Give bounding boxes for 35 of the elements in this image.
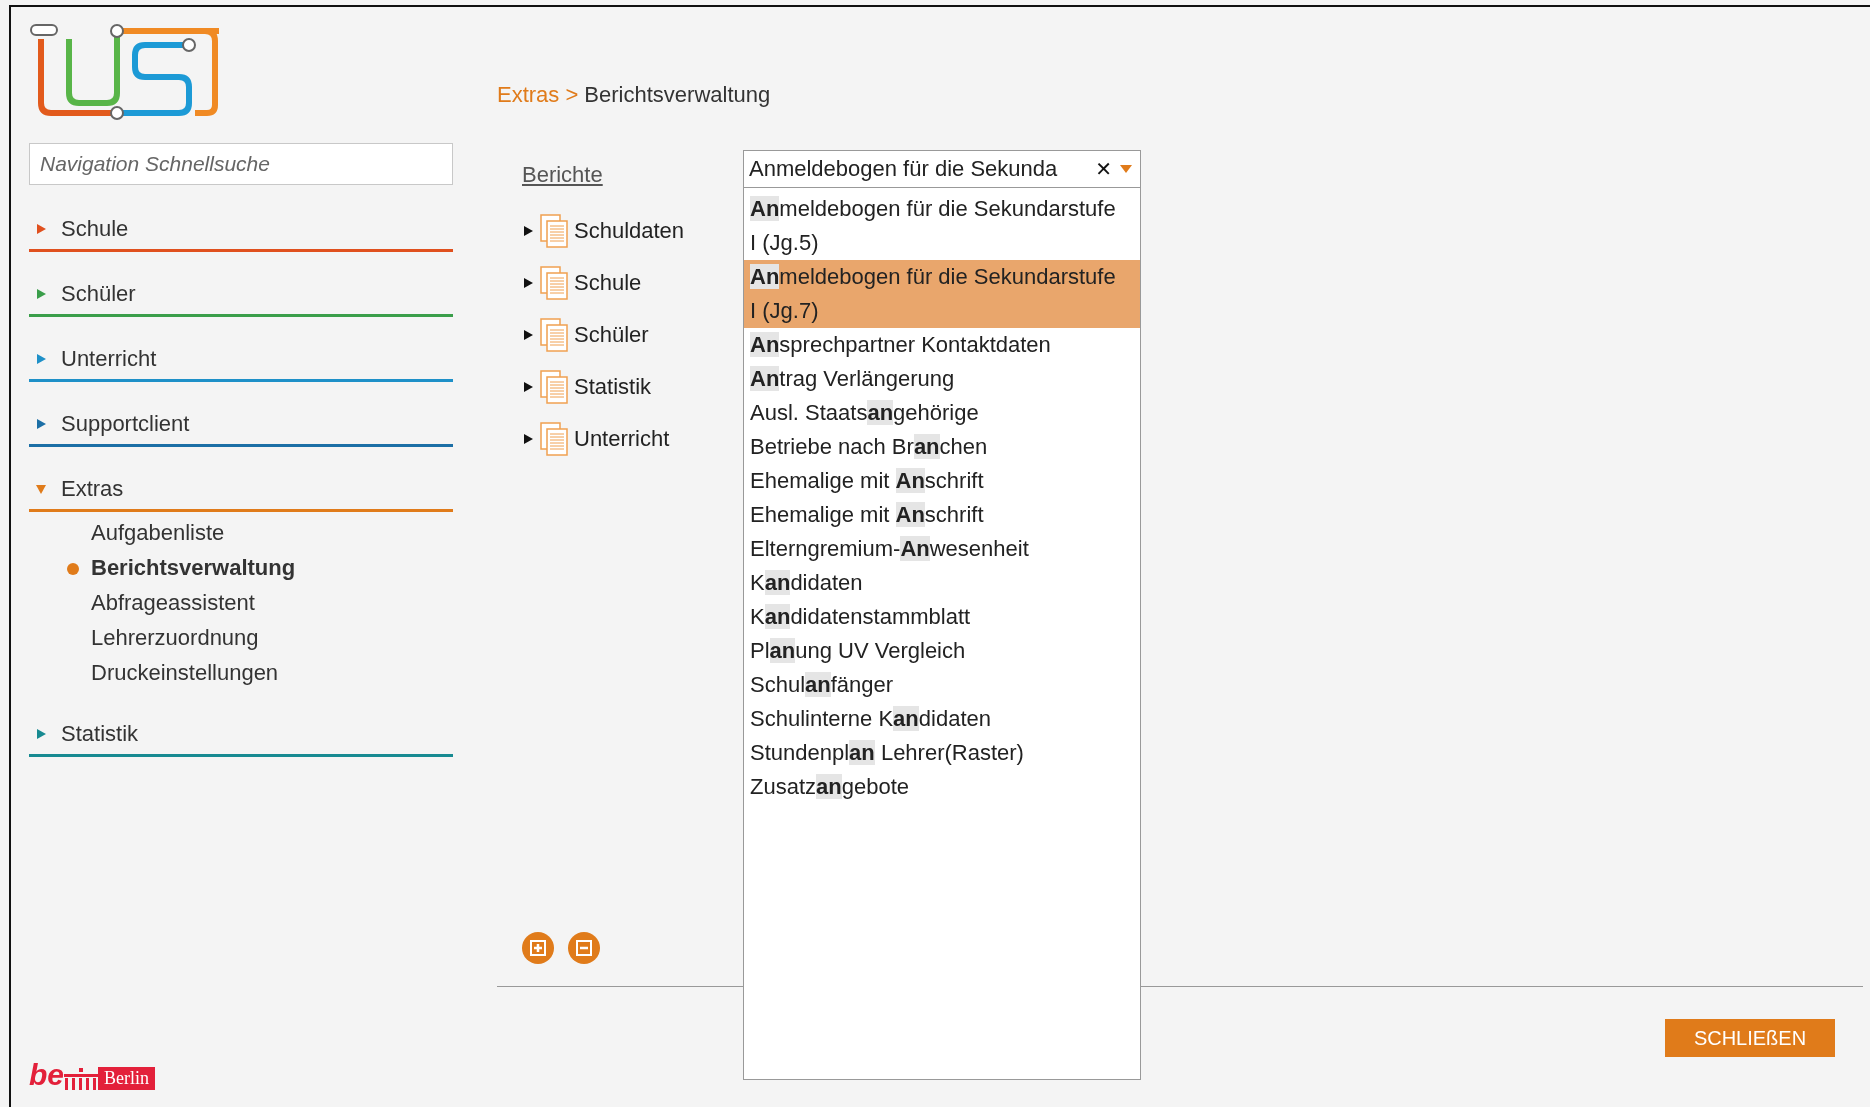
breadcrumb-current: Berichtsverwaltung bbox=[584, 82, 771, 108]
plus-square-icon bbox=[529, 939, 547, 957]
nav-section-header[interactable]: Unterricht bbox=[29, 339, 453, 382]
expand-all-button[interactable] bbox=[522, 932, 554, 964]
reports-label: Berichte bbox=[522, 162, 603, 188]
nav-item[interactable]: Druckeinstellungen bbox=[67, 660, 453, 686]
dropdown-caret-icon bbox=[1120, 165, 1132, 173]
clear-button[interactable]: ✕ bbox=[1095, 157, 1112, 181]
document-stack-icon bbox=[540, 318, 568, 352]
nav-section-label: Unterricht bbox=[61, 346, 157, 372]
collapse-all-button[interactable] bbox=[568, 932, 600, 964]
document-stack-icon bbox=[540, 266, 568, 300]
nav-section-header[interactable]: Extras bbox=[29, 469, 453, 512]
nav-section-header[interactable]: Schüler bbox=[29, 274, 453, 317]
active-dot-icon bbox=[67, 563, 79, 575]
document-stack-icon bbox=[540, 370, 568, 404]
nav-section-label: Schule bbox=[61, 216, 129, 242]
nav-section-header[interactable]: Schule bbox=[29, 209, 453, 252]
nav-section-label: Extras bbox=[61, 476, 124, 502]
berlin-logo: be Berlin bbox=[29, 1060, 453, 1090]
nav-section-label: Supportclient bbox=[61, 411, 190, 437]
nav-section-label: Schüler bbox=[61, 281, 136, 307]
nav-section-header[interactable]: Statistik bbox=[29, 714, 453, 757]
nav-section-label: Statistik bbox=[61, 721, 139, 747]
nav-item[interactable]: Berichtsverwaltung bbox=[67, 555, 453, 581]
nav-item[interactable]: Aufgabenliste bbox=[67, 520, 453, 546]
minus-square-icon bbox=[575, 939, 593, 957]
search-field[interactable]: Navigation Schnellsuche bbox=[29, 143, 453, 185]
document-stack-icon bbox=[540, 214, 568, 248]
document-stack-icon bbox=[540, 422, 568, 456]
nav-item[interactable]: Abfrageassistent bbox=[67, 590, 453, 616]
nav-section-header[interactable]: Supportclient bbox=[29, 404, 453, 447]
report-select[interactable]: Anmeldebogen für die Sekunda ✕ bbox=[743, 150, 1141, 188]
dropdown-option[interactable]: Anmeldebogen für die Sekundarstufe I (Jg.7) bbox=[744, 260, 1140, 328]
nav-item[interactable]: Lehrerzuordnung bbox=[67, 625, 453, 651]
